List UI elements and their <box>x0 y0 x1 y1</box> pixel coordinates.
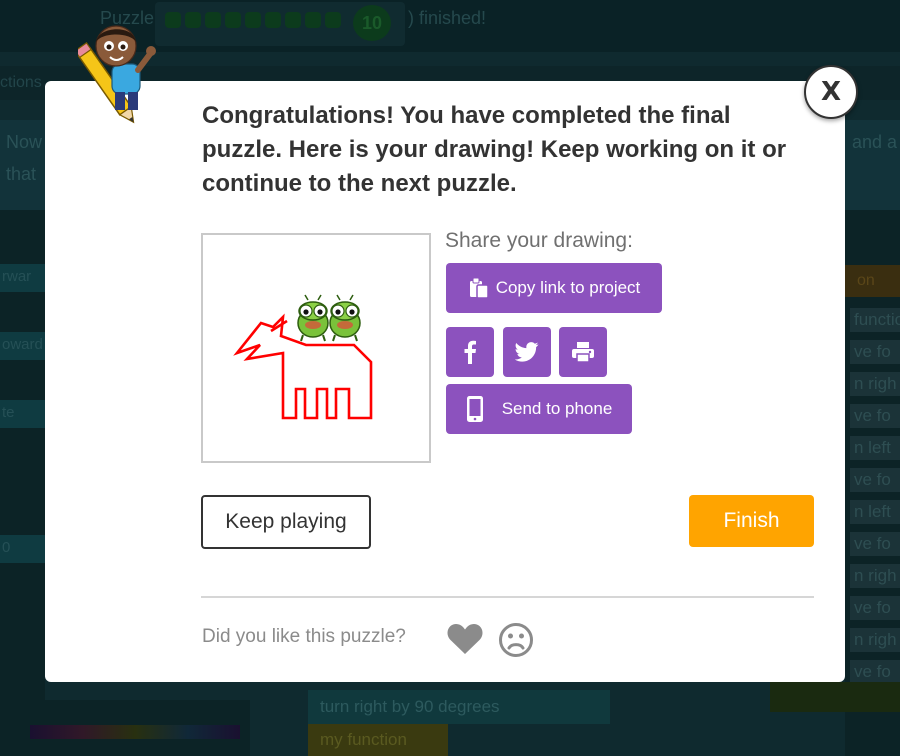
divider <box>201 596 814 598</box>
share-twitter-button[interactable] <box>503 327 551 377</box>
twitter-icon <box>515 342 539 362</box>
code-block: ve fo <box>850 532 900 556</box>
toolbox-block-label: te <box>2 404 15 421</box>
function-call-block: my function <box>308 724 448 756</box>
code-block: n left <box>850 436 900 460</box>
phone-icon <box>466 396 483 422</box>
mascot-illustration <box>74 25 156 124</box>
toolbox-block-label: 0 <box>2 539 11 556</box>
send-to-phone-button[interactable]: Send to phone <box>446 384 632 434</box>
drawing-preview <box>201 233 431 463</box>
feedback-question: Did you like this puzzle? <box>202 626 406 647</box>
instructions-line-1: Now <box>6 132 43 152</box>
toolbox-panel: rwar oward te 0 <box>0 210 45 756</box>
code-block: ve fo <box>850 340 900 364</box>
toolbox-block-label: rwar <box>2 268 32 285</box>
facebook-icon <box>464 340 476 364</box>
code-block: n righ <box>850 372 900 396</box>
keep-playing-button[interactable]: Keep playing <box>201 495 371 549</box>
share-facebook-button[interactable] <box>446 327 494 377</box>
finished-label: ) finished! <box>408 8 487 28</box>
heart-icon <box>447 623 483 654</box>
code-block: n righ <box>850 564 900 588</box>
like-button[interactable] <box>446 622 484 656</box>
toolbox-block-label: oward <box>2 336 43 353</box>
function-header: on <box>845 265 900 297</box>
code-block: ve fo <box>850 596 900 620</box>
finish-button[interactable]: Finish <box>689 495 814 547</box>
completion-dialog: Congratulations! You have completed the … <box>45 81 845 682</box>
send-to-phone-label: Send to phone <box>501 399 613 418</box>
instructions-line-2: that <box>6 164 37 184</box>
drawing-canvas <box>233 294 373 420</box>
close-icon: X <box>820 77 842 107</box>
progress-dots <box>165 12 341 28</box>
frown-icon <box>499 623 533 657</box>
progress-bar: 10 <box>155 2 405 46</box>
clipboard-icon <box>469 277 489 299</box>
dislike-button[interactable] <box>498 622 534 658</box>
dialog-title: Congratulations! You have completed the … <box>202 102 787 197</box>
print-icon <box>572 342 594 363</box>
mascot-character <box>74 14 158 132</box>
tab-label: ctions <box>0 74 42 91</box>
code-block: ve fo <box>850 468 900 492</box>
progress-count: 10 <box>353 5 391 41</box>
alien-sprites <box>297 294 361 342</box>
copy-link-button[interactable]: Copy link to project <box>446 263 662 313</box>
close-button[interactable]: X <box>804 65 858 119</box>
copy-link-label: Copy link to project <box>495 278 641 297</box>
code-block: n left <box>850 500 900 524</box>
workspace-footer <box>770 682 900 712</box>
workspace-panel: on function ve fo n righ ve fo n left ve… <box>845 210 900 756</box>
turn-block: turn right by 90 degrees <box>308 690 610 724</box>
print-button[interactable] <box>559 327 607 377</box>
share-label: Share your drawing: <box>445 229 633 252</box>
instructions-right: and a <box>852 132 898 152</box>
code-block: ve fo <box>850 404 900 428</box>
code-block: n righ <box>850 628 900 652</box>
code-block: ve fo <box>850 660 900 684</box>
code-block: function <box>850 308 900 332</box>
color-strip <box>30 725 240 739</box>
